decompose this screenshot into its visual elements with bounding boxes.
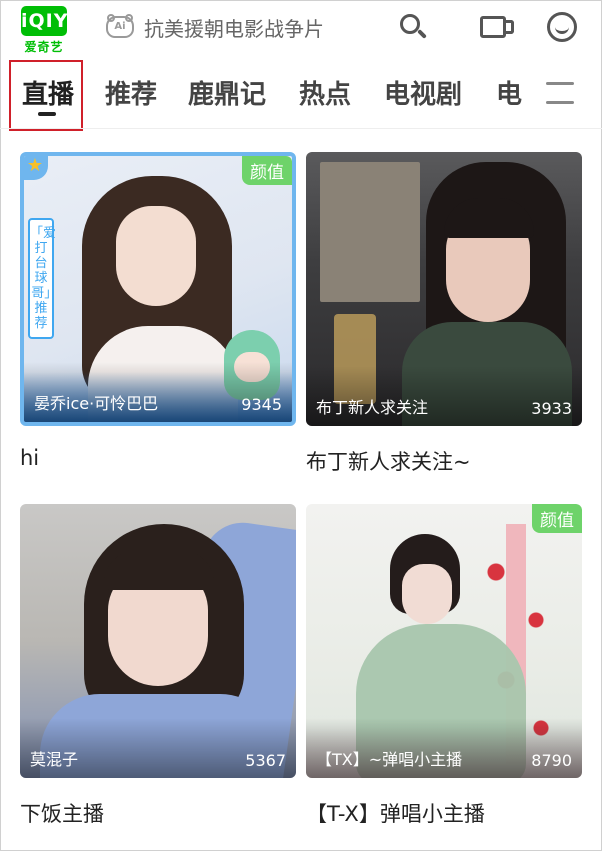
logo-subtext: 爱奇艺	[24, 40, 64, 54]
viewer-count: 9345	[241, 395, 282, 414]
search-placeholder[interactable]: 抗美援朝电影战争片	[144, 13, 324, 42]
logo-mark: iQIYI	[21, 6, 76, 36]
live-title[interactable]: hi	[20, 446, 296, 470]
search-icon[interactable]	[396, 10, 432, 46]
live-thumbnail[interactable]: 颜值 【TX】~弹唱小主播 8790	[306, 504, 582, 778]
viewer-count: 8790	[531, 751, 572, 770]
category-badge: 颜值	[242, 156, 292, 185]
live-thumbnail[interactable]: 布丁新人求关注 3933	[306, 152, 582, 426]
category-badge: 颜值	[532, 504, 582, 533]
streamer-name: 布丁新人求关注	[316, 398, 429, 417]
category-tabs: 直播 推荐 鹿鼎记 热点 电视剧 电	[0, 60, 602, 131]
live-title[interactable]: 【T-X】弹唱小主播	[306, 798, 582, 828]
active-tab-indicator	[38, 112, 56, 116]
tab-recommend[interactable]: 推荐	[105, 74, 157, 111]
streamer-name: 莫混子	[30, 750, 79, 769]
ai-badge-label: Ai	[114, 21, 126, 32]
streamer-name: 【TX】~弹唱小主播	[316, 750, 463, 769]
tab-hot[interactable]: 热点	[299, 74, 351, 111]
tab-luding-ji[interactable]: 鹿鼎记	[188, 74, 266, 111]
live-card[interactable]: 颜值 【TX】~弹唱小主播 8790 【T-X】弹唱小主播	[306, 504, 582, 828]
viewer-count: 5367	[245, 751, 286, 770]
streamer-name: 晏乔ice·可怜巴巴	[34, 394, 159, 413]
search-bar[interactable]: Ai 抗美援朝电影战争片	[106, 10, 376, 44]
ai-bear-icon[interactable]: Ai	[106, 14, 134, 40]
recommend-side-tag: 「爱打台球哥」推荐	[28, 218, 56, 339]
tabs-divider	[0, 128, 602, 129]
live-card[interactable]: ★ 「爱打台球哥」推荐 颜值 晏乔ice·可怜巴巴 9345 hi	[20, 152, 296, 470]
viewer-count: 3933	[531, 399, 572, 418]
tab-movie-partial[interactable]: 电	[496, 74, 522, 111]
menu-icon[interactable]	[546, 80, 574, 106]
live-thumbnail[interactable]: 莫混子 5367	[20, 504, 296, 778]
live-title[interactable]: 布丁新人求关注~	[306, 446, 582, 476]
tab-live[interactable]: 直播	[22, 74, 74, 111]
live-title[interactable]: 下饭主播	[20, 798, 296, 828]
live-card[interactable]: 布丁新人求关注 3933 布丁新人求关注~	[306, 152, 582, 476]
top-bar: iQIYI 爱奇艺 Ai 抗美援朝电影战争片	[0, 0, 602, 56]
video-camera-icon[interactable]	[478, 10, 514, 46]
live-thumbnail[interactable]: ★ 「爱打台球哥」推荐 颜值 晏乔ice·可怜巴巴 9345	[20, 152, 296, 426]
star-icon: ★	[24, 156, 48, 180]
profile-smile-icon[interactable]	[545, 10, 581, 46]
iqiyi-logo[interactable]: iQIYI 爱奇艺	[16, 6, 76, 54]
live-card[interactable]: 莫混子 5367 下饭主播	[20, 504, 296, 828]
tab-tv-series[interactable]: 电视剧	[384, 74, 462, 111]
